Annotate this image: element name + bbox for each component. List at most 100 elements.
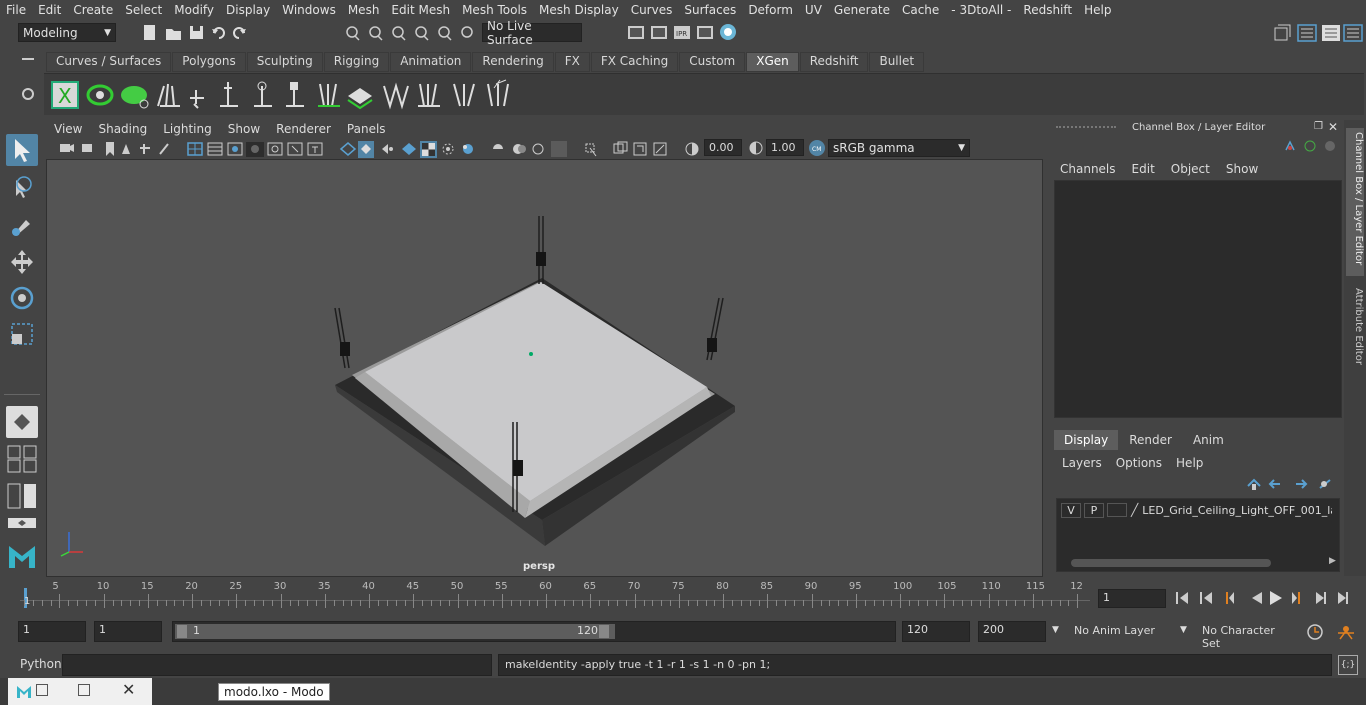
lasso-tool-button[interactable] xyxy=(6,172,38,204)
tab-attribute-editor[interactable]: Attribute Editor xyxy=(1346,284,1364,370)
layer-action-icons[interactable] xyxy=(1244,476,1338,492)
channel-box-toggle-icons[interactable] xyxy=(1282,138,1338,154)
command-input[interactable] xyxy=(62,654,492,676)
menu-mesh-display[interactable]: Mesh Display xyxy=(533,3,625,17)
viewport-toolbar-icons[interactable] xyxy=(56,140,756,158)
shelf-tab-xgen[interactable]: XGen xyxy=(746,52,799,72)
menu-edit[interactable]: Edit xyxy=(32,3,67,17)
layer-menu-options[interactable]: Options xyxy=(1116,456,1162,470)
scale-tool-button[interactable] xyxy=(6,318,38,350)
playback-end-field[interactable]: 120 xyxy=(902,621,970,642)
scene-end-field[interactable]: 200 xyxy=(978,621,1046,642)
menu-help[interactable]: Help xyxy=(1078,3,1117,17)
shelf-tab-sculpting[interactable]: Sculpting xyxy=(246,52,323,72)
xgen-shelf-icons[interactable]: X xyxy=(48,78,528,112)
layer-tab-render[interactable]: Render xyxy=(1119,430,1182,450)
menu-create[interactable]: Create xyxy=(67,3,119,17)
menu-uv[interactable]: UV xyxy=(799,3,828,17)
layer-name[interactable]: LED_Grid_Ceiling_Light_OFF_001_layer xyxy=(1142,504,1332,517)
live-surface-field[interactable]: No Live Surface xyxy=(482,19,582,47)
menu-3dtoall[interactable]: - 3DtoAll - xyxy=(945,3,1017,17)
range-slider-track[interactable]: 1 120 xyxy=(172,621,896,642)
shelf-options[interactable] xyxy=(18,52,38,116)
close-icon[interactable]: ✕ xyxy=(1328,120,1338,134)
layer-row[interactable]: V P ╱ LED_Grid_Ceiling_Light_OFF_001_lay… xyxy=(1057,501,1339,519)
paint-select-tool-button[interactable] xyxy=(6,208,38,240)
menu-mesh-tools[interactable]: Mesh Tools xyxy=(456,3,533,17)
shelf-tab-rigging[interactable]: Rigging xyxy=(323,52,390,72)
layer-tab-anim[interactable]: Anim xyxy=(1182,430,1234,450)
scene-start-field[interactable]: 1 xyxy=(18,621,86,642)
script-language-toggle[interactable]: Python xyxy=(20,657,62,671)
horizontal-scrollbar[interactable] xyxy=(1071,559,1271,567)
layout-persp-button[interactable] xyxy=(6,516,38,530)
menu-file[interactable]: File xyxy=(0,3,32,17)
channel-menu-edit[interactable]: Edit xyxy=(1132,162,1155,176)
color-space-dropdown[interactable]: sRGB gamma ▼ xyxy=(828,139,970,157)
playback-start-field[interactable]: 1 xyxy=(94,621,162,642)
move-tool-button[interactable] xyxy=(6,246,38,278)
current-frame-field[interactable]: 1 xyxy=(1098,589,1166,608)
tab-channel-box[interactable]: Channel Box / Layer Editor xyxy=(1346,128,1364,276)
channel-menu-channels[interactable]: Channels xyxy=(1060,162,1116,176)
restore-icon[interactable] xyxy=(36,684,48,696)
layer-visibility-toggle[interactable]: V xyxy=(1061,502,1081,518)
menu-windows[interactable]: Windows xyxy=(276,3,342,17)
menu-mesh[interactable]: Mesh xyxy=(342,3,386,17)
range-slider-handle[interactable] xyxy=(175,624,615,639)
mode-selector[interactable]: Modeling ▼ xyxy=(18,23,116,42)
select-tool-button[interactable] xyxy=(6,134,38,166)
gear-icon[interactable] xyxy=(22,88,34,100)
shelf-tab-fx-caching[interactable]: FX Caching xyxy=(590,52,679,72)
menu-display[interactable]: Display xyxy=(220,3,276,17)
render-icons[interactable]: IPR xyxy=(626,23,742,43)
selection-mask-icons[interactable] xyxy=(340,23,480,43)
menu-deform[interactable]: Deform xyxy=(742,3,799,17)
rotate-tool-button[interactable] xyxy=(6,282,38,314)
character-set-dropdown[interactable]: No Character Set xyxy=(1196,621,1300,650)
shelf-tab-polygons[interactable]: Polygons xyxy=(172,52,246,72)
menu-generate[interactable]: Generate xyxy=(828,3,896,17)
playback-controls[interactable] xyxy=(1172,588,1362,608)
shelf-tab-curves-surfaces[interactable]: Curves / Surfaces xyxy=(46,52,172,72)
viewport-menu-lighting[interactable]: Lighting xyxy=(155,122,220,136)
viewport-menu-panels[interactable]: Panels xyxy=(339,122,394,136)
scroll-right-icon[interactable]: ▶ xyxy=(1329,556,1336,566)
viewport-menu-view[interactable]: View xyxy=(46,122,90,136)
shelf-tab-fx[interactable]: FX xyxy=(554,52,590,72)
chevron-down-icon[interactable]: ▼ xyxy=(1180,625,1187,635)
time-slider[interactable]: 1 5 10 15 20 25 30 35 40 45 50 55 60 65 70 75 80 85 90 95 1… xyxy=(16,580,1092,612)
shelf-tab-bullet[interactable]: Bullet xyxy=(869,52,925,72)
channel-menu-object[interactable]: Object xyxy=(1171,162,1210,176)
anim-prefs-icons[interactable] xyxy=(1306,623,1362,641)
chevron-down-icon[interactable]: ▼ xyxy=(1052,625,1059,635)
layer-color-icon[interactable]: ╱ xyxy=(1131,503,1138,517)
viewport-menu-renderer[interactable]: Renderer xyxy=(268,122,339,136)
menu-curves[interactable]: Curves xyxy=(625,3,679,17)
anim-layer-dropdown[interactable]: No Anim Layer xyxy=(1068,621,1176,642)
viewport-menu-show[interactable]: Show xyxy=(220,122,268,136)
shelf-tab-custom[interactable]: Custom xyxy=(679,52,746,72)
shelf-tab-animation[interactable]: Animation xyxy=(390,52,472,72)
layer-menu-layers[interactable]: Layers xyxy=(1062,456,1102,470)
menu-cache[interactable]: Cache xyxy=(896,3,945,17)
layer-playback-toggle[interactable]: P xyxy=(1084,502,1104,518)
color-management-icon[interactable]: CM xyxy=(808,139,826,157)
script-editor-icon[interactable]: {;} xyxy=(1338,655,1358,675)
menu-edit-mesh[interactable]: Edit Mesh xyxy=(385,3,456,17)
layer-tab-display[interactable]: Display xyxy=(1054,430,1119,450)
layout-single-button[interactable] xyxy=(6,406,38,438)
float-icon[interactable]: ❐ xyxy=(1314,121,1323,132)
menu-modify[interactable]: Modify xyxy=(168,3,220,17)
menu-surfaces[interactable]: Surfaces xyxy=(678,3,742,17)
menu-select[interactable]: Select xyxy=(119,3,168,17)
workspace-layout-icons[interactable] xyxy=(1272,23,1366,43)
shelf-tab-rendering[interactable]: Rendering xyxy=(472,52,554,72)
shelf-tab-redshift[interactable]: Redshift xyxy=(799,52,869,72)
menu-redshift[interactable]: Redshift xyxy=(1017,3,1078,17)
panel-drag-handle[interactable] xyxy=(1056,126,1116,128)
layout-four-button[interactable] xyxy=(6,442,38,474)
channel-menu-show[interactable]: Show xyxy=(1226,162,1258,176)
exposure-field[interactable]: 0.00 xyxy=(704,139,742,156)
layer-display-type[interactable] xyxy=(1107,503,1127,517)
